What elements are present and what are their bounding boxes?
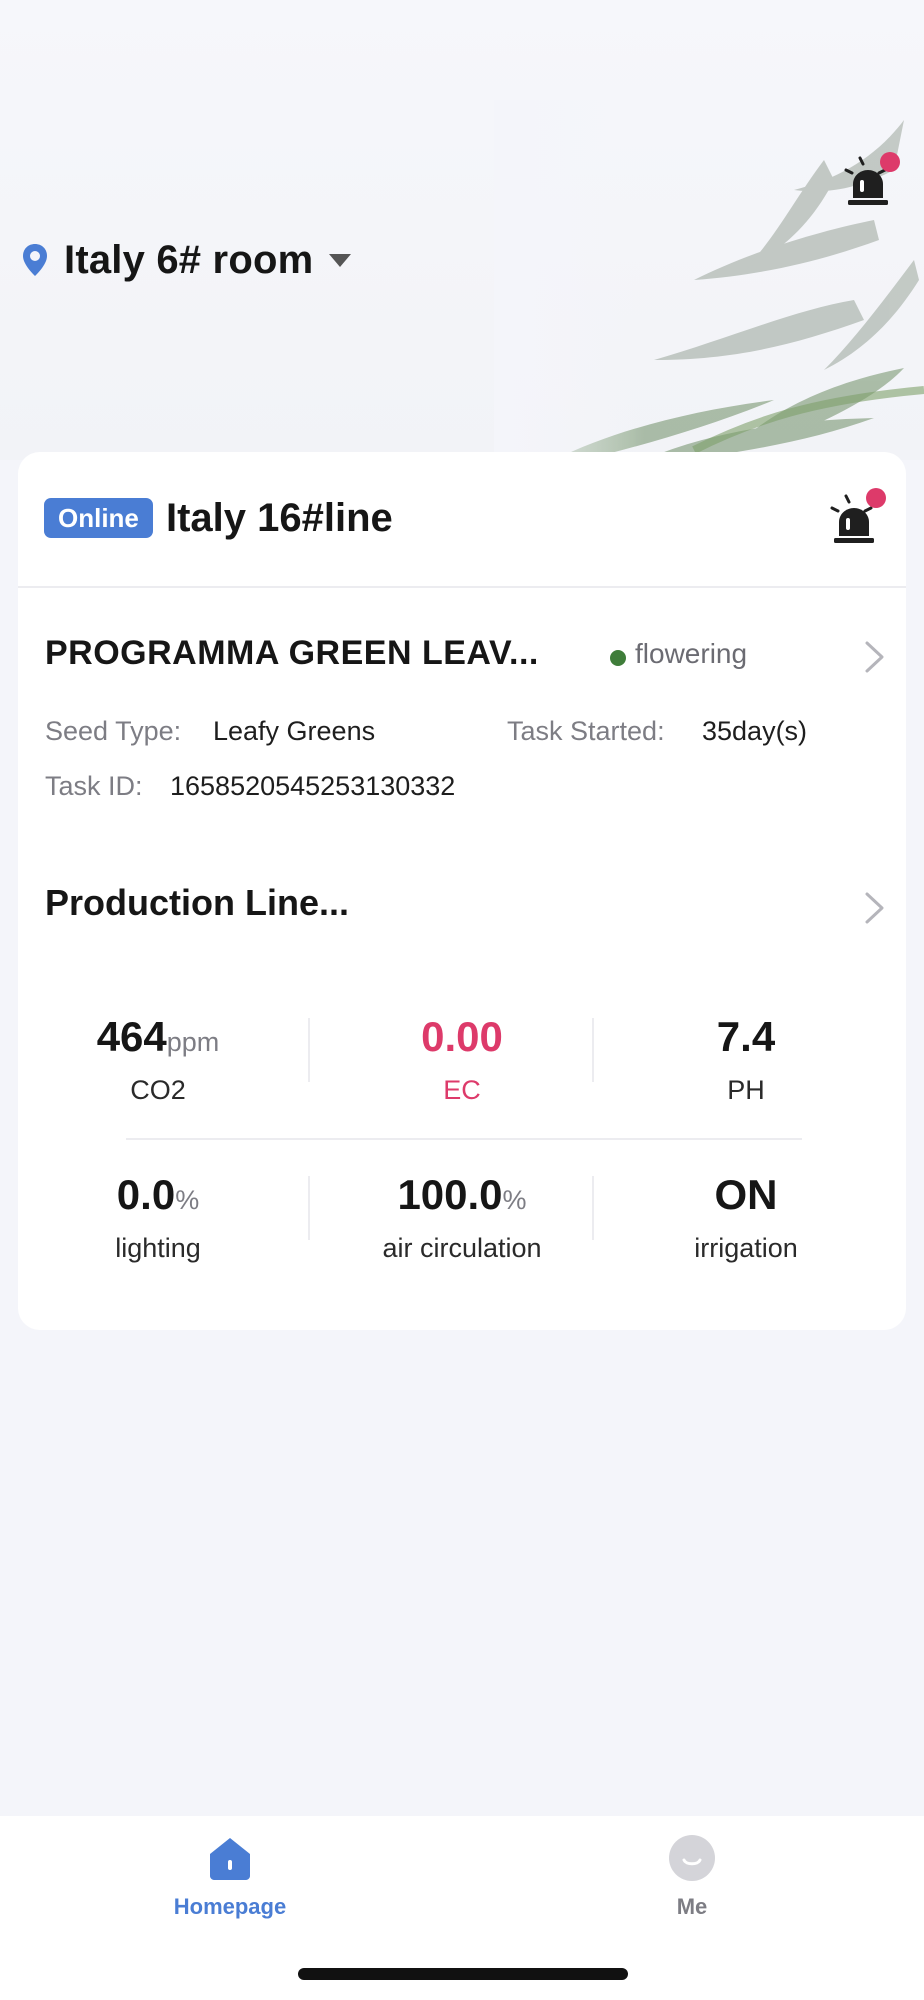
divider: [126, 1138, 802, 1140]
metric-value: 464ppm: [96, 1013, 220, 1060]
tab-me[interactable]: Me: [592, 1834, 792, 1920]
program-row[interactable]: PROGRAMMA GREEN LEAV... flowering: [45, 626, 885, 686]
tab-homepage[interactable]: Homepage: [130, 1834, 330, 1920]
metric-label: air circulation: [382, 1233, 542, 1263]
metric-value: 0.0%: [116, 1171, 200, 1218]
alarm-siren-icon[interactable]: [824, 486, 886, 548]
metric-air-circulation: 100.0% air circulation: [322, 1170, 602, 1265]
divider: [592, 1176, 594, 1240]
divider: [592, 1018, 594, 1082]
task-id-label: Task ID:: [45, 771, 143, 801]
metric-label: lighting: [115, 1233, 201, 1263]
alarm-siren-icon[interactable]: [838, 150, 900, 212]
metric-label: irrigation: [694, 1233, 798, 1263]
line-card: Online Italy 16#line PROGRAMMA GREEN LEA…: [18, 452, 906, 1330]
chevron-right-icon: [865, 641, 884, 673]
metric-ec: 0.00 EC: [322, 1012, 602, 1107]
location-selector[interactable]: Italy 6# room: [22, 232, 353, 288]
production-line-title: Production Line...: [45, 882, 349, 923]
location-pin-icon: [23, 244, 47, 276]
line-name: Italy 16#line: [166, 496, 393, 540]
metric-label: CO2: [130, 1075, 186, 1105]
metric-ph: 7.4 PH: [606, 1012, 886, 1107]
seed-type-value: Leafy Greens: [213, 716, 376, 746]
home-indicator: [298, 1968, 628, 1980]
program-title: PROGRAMMA GREEN LEAV...: [45, 634, 539, 672]
tab-label: Homepage: [173, 1894, 287, 1919]
stage-indicator-dot: [610, 650, 626, 666]
metric-label: EC: [443, 1075, 481, 1105]
metric-co2: 464ppm CO2: [18, 1012, 298, 1107]
card-header: Online Italy 16#line: [18, 452, 906, 588]
location-title: Italy 6# room: [64, 237, 314, 282]
task-id-value: 1658520545253130332: [170, 771, 456, 801]
seed-type-label: Seed Type:: [45, 716, 182, 746]
metric-irrigation: ON irrigation: [606, 1170, 886, 1265]
task-started-label: Task Started:: [507, 716, 665, 746]
metric-value: 100.0%: [397, 1171, 527, 1218]
tab-label: Me: [676, 1894, 708, 1919]
metric-label: PH: [727, 1075, 765, 1105]
metric-lighting: 0.0% lighting: [18, 1170, 298, 1265]
metric-value: 0.00: [421, 1013, 503, 1060]
task-started-value: 35day(s): [702, 716, 808, 746]
avatar-icon: [669, 1835, 715, 1881]
status-badge: Online: [44, 498, 153, 538]
divider: [308, 1018, 310, 1082]
metric-value: 7.4: [716, 1013, 776, 1060]
caret-down-icon: [329, 254, 352, 267]
chevron-right-icon: [865, 892, 884, 924]
home-icon: [210, 1838, 250, 1880]
metric-value: ON: [714, 1171, 778, 1218]
stage-label: flowering: [635, 638, 748, 669]
divider: [308, 1176, 310, 1240]
